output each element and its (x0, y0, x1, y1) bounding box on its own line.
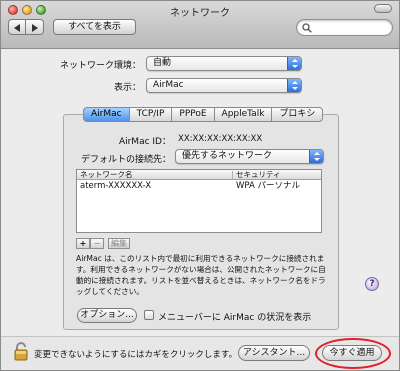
preferences-window: ネットワーク すべてを表示 ネットワーク環境： 自動 表示： AirMac Ai… (0, 0, 400, 371)
tab-appletalk[interactable]: AppleTalk (214, 107, 273, 122)
back-button[interactable] (8, 19, 26, 35)
airmac-id-label: AirMac ID： (118, 137, 171, 147)
display-value: AirMac (153, 80, 184, 90)
network-table[interactable]: ネットワーク名 セキュリティ aterm-XXXXXX-X WPA パーソナル (76, 169, 322, 233)
assistant-button[interactable]: アシスタント... (238, 345, 310, 361)
table-header: ネットワーク名 セキュリティ (77, 170, 321, 180)
forward-arrow-icon (32, 24, 38, 32)
network-env-value: 自動 (153, 58, 172, 68)
show-airmac-status-label: メニューバーに AirMac の状況を表示 (158, 313, 312, 323)
network-name-cell: aterm-XXXXXX-X (80, 181, 152, 191)
tab-airmac[interactable]: AirMac (83, 107, 130, 122)
network-env-label: ネットワーク環境： (59, 61, 141, 71)
column-header-network-name[interactable]: ネットワーク名 (80, 170, 133, 179)
display-label: 表示： (113, 83, 141, 93)
popup-arrows-icon (287, 79, 301, 92)
window-title: ネットワーク (170, 8, 230, 19)
back-arrow-icon (14, 24, 20, 32)
lock-hint-text: 変更できないようにするにはカギをクリックします。 (34, 350, 238, 360)
show-all-button[interactable]: すべてを表示 (53, 19, 136, 35)
edit-network-button[interactable]: 編集 (108, 238, 130, 249)
search-icon (302, 23, 312, 33)
popup-arrows-icon (287, 57, 301, 70)
add-network-button[interactable]: + (76, 238, 90, 249)
default-connection-popup[interactable]: 優先するネットワーク (175, 149, 324, 164)
tab-proxy[interactable]: プロキシ (272, 107, 324, 122)
show-airmac-status-checkbox[interactable] (144, 310, 154, 320)
network-env-popup[interactable]: 自動 (146, 56, 302, 71)
popup-arrows-icon (309, 150, 323, 163)
tab-bar: AirMac TCP/IP PPPoE AppleTalk プロキシ (83, 107, 324, 122)
default-connection-value: 優先するネットワーク (182, 151, 273, 161)
options-button[interactable]: オプション... (77, 308, 137, 323)
forward-button[interactable] (26, 19, 44, 35)
search-input[interactable] (296, 19, 393, 36)
table-row[interactable]: aterm-XXXXXX-X WPA パーソナル (77, 180, 321, 193)
display-popup[interactable]: AirMac (146, 78, 302, 93)
airmac-id-value: XX:XX:XX:XX:XX:XX (178, 134, 263, 144)
tab-tcpip[interactable]: TCP/IP (129, 107, 173, 122)
help-button[interactable]: ? (365, 277, 379, 291)
column-header-security[interactable]: セキュリティ (236, 170, 281, 179)
column-divider (232, 171, 233, 179)
default-connection-label: デフォルトの接続先： (80, 155, 171, 165)
toolbar-toggle-button[interactable] (374, 4, 392, 13)
remove-network-button[interactable]: − (90, 238, 104, 249)
title-bar: ネットワーク すべてを表示 (1, 1, 399, 49)
network-security-cell: WPA パーソナル (236, 181, 301, 191)
airmac-description: AirMac は、このリスト内で最初に利用できるネットワークに接続されます。利用… (76, 254, 326, 296)
lock-icon[interactable] (13, 342, 29, 361)
tab-pppoe[interactable]: PPPoE (172, 107, 215, 122)
highlight-circle (315, 338, 391, 369)
